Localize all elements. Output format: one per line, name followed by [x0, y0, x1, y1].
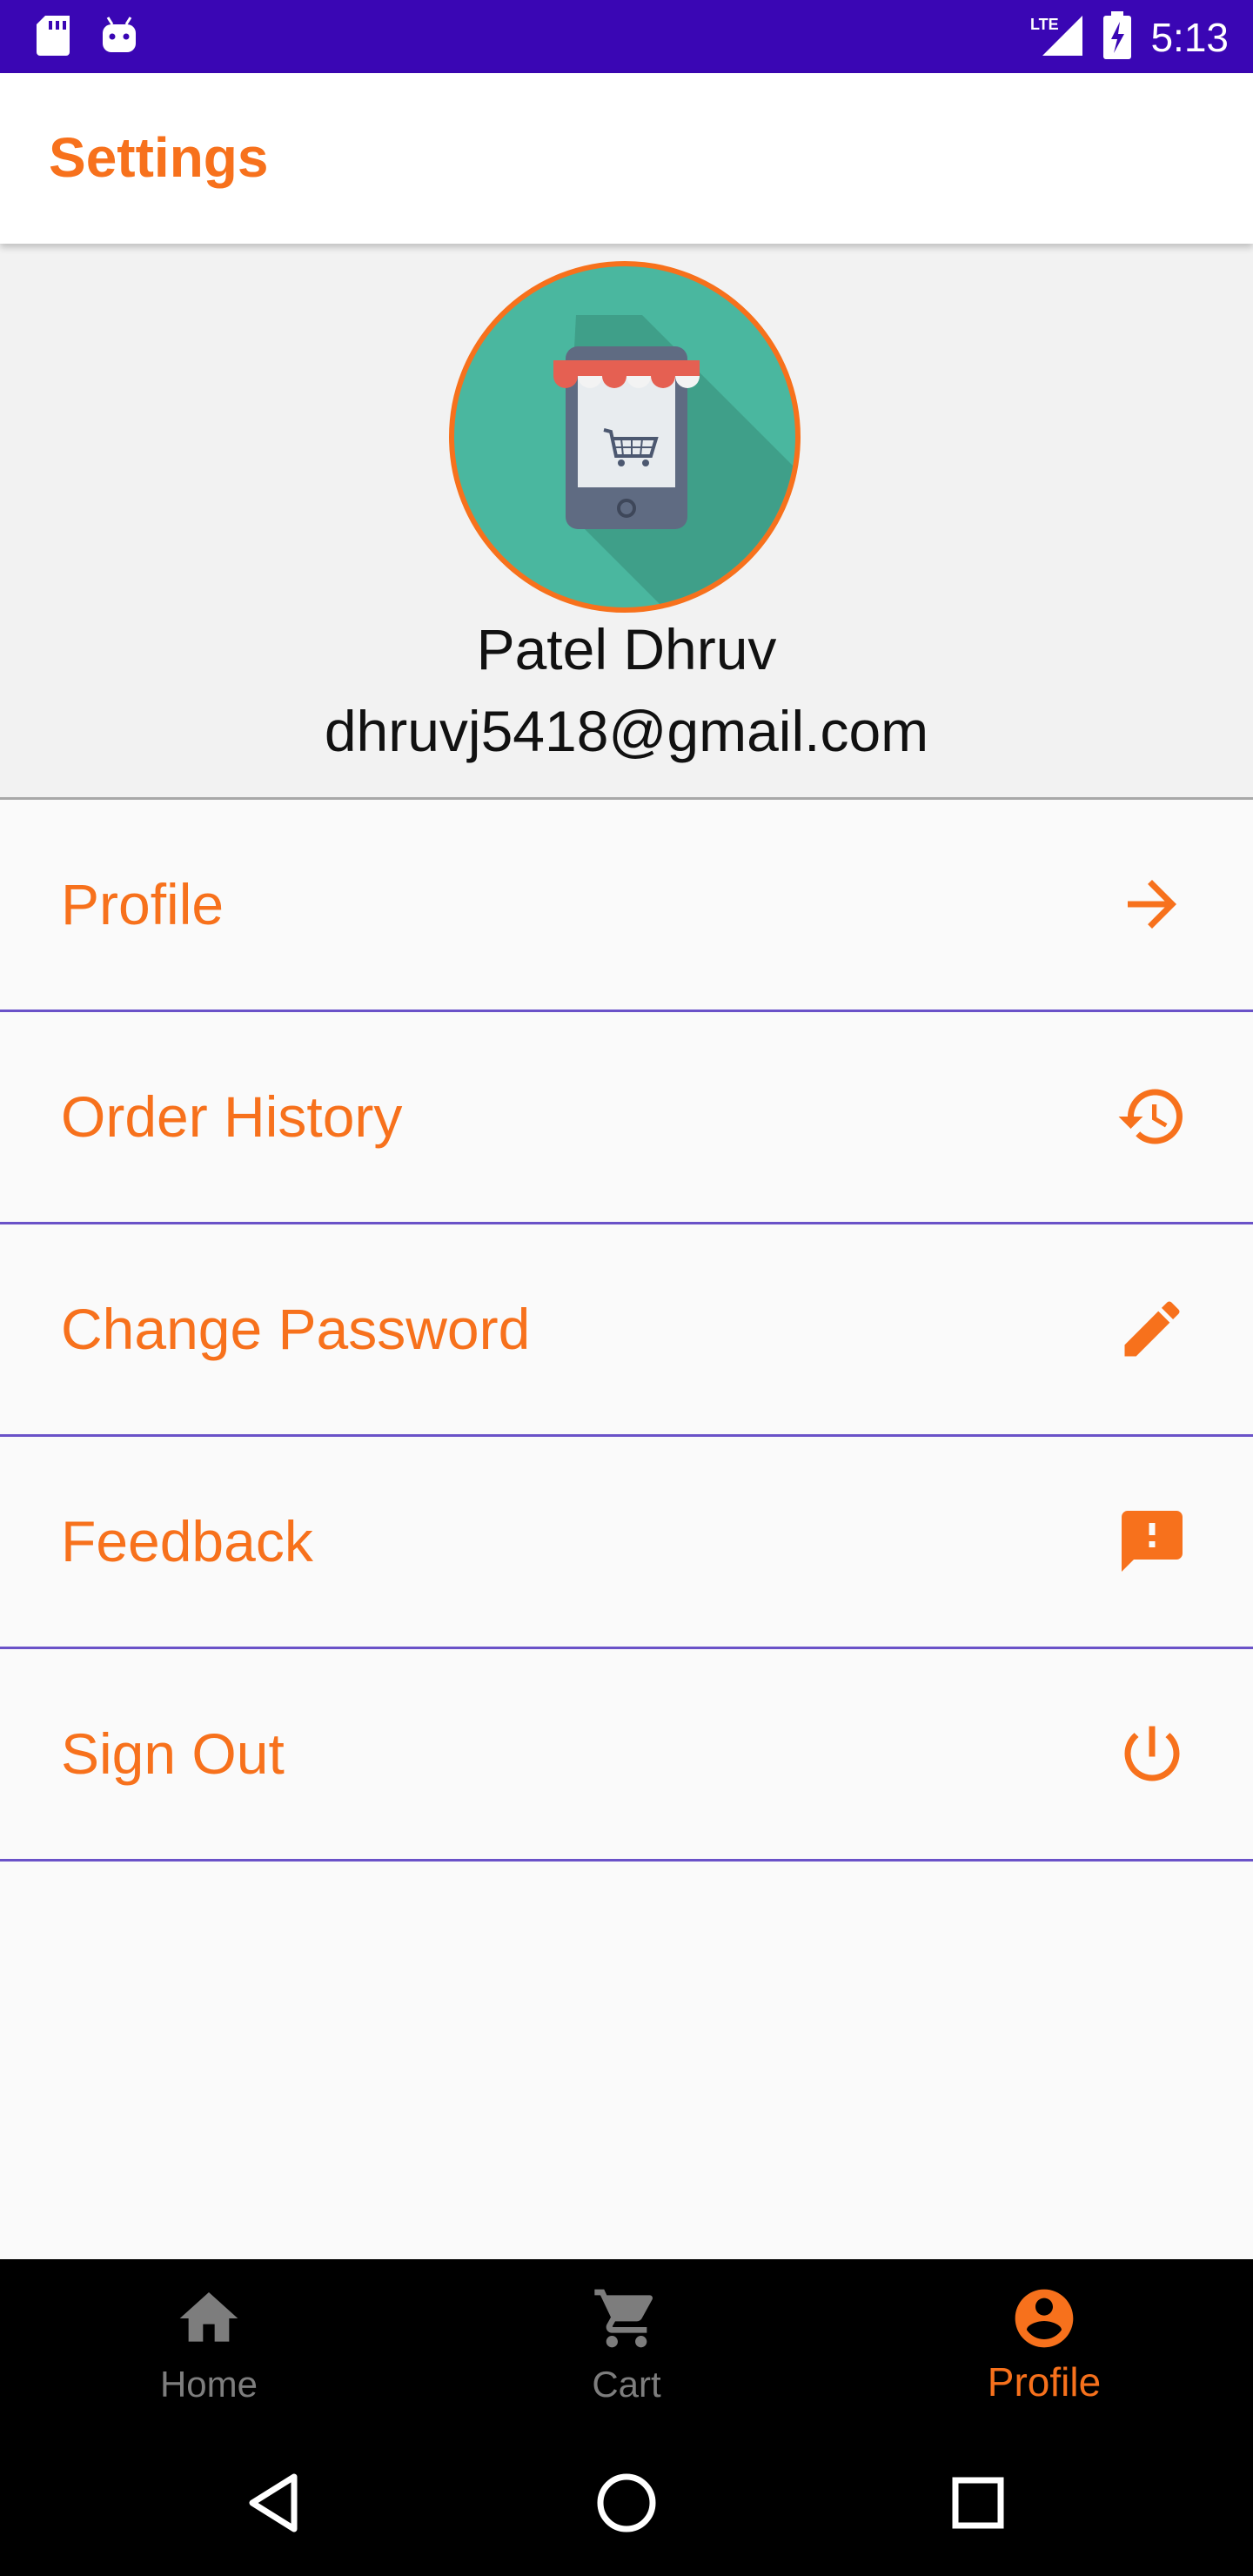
svg-text:LTE: LTE — [1030, 16, 1059, 33]
menu-item-order-history[interactable]: Order History — [0, 1012, 1253, 1224]
power-icon — [1116, 1717, 1189, 1790]
nav-item-profile[interactable]: Profile — [835, 2259, 1253, 2430]
feedback-icon — [1116, 1505, 1189, 1578]
menu-item-label: Profile — [61, 872, 224, 936]
menu-item-sign-out[interactable]: Sign Out — [0, 1649, 1253, 1862]
nav-item-cart[interactable]: Cart — [418, 2259, 835, 2430]
home-icon — [174, 2284, 244, 2353]
account-circle-icon — [1009, 2284, 1079, 2353]
menu-item-feedback[interactable]: Feedback — [0, 1437, 1253, 1649]
cart-icon — [592, 2284, 661, 2353]
status-clock: 5:13 — [1150, 15, 1229, 60]
nav-label: Profile — [987, 2359, 1102, 2405]
history-icon — [1116, 1080, 1189, 1153]
sd-card-icon — [35, 14, 73, 62]
user-email: dhruvj5418@gmail.com — [324, 699, 929, 763]
menu-item-label: Sign Out — [61, 1721, 285, 1786]
menu-item-profile[interactable]: Profile — [0, 800, 1253, 1012]
lte-signal-icon: LTE — [1029, 12, 1084, 64]
app-bar: Settings — [0, 73, 1253, 244]
pencil-icon — [1116, 1292, 1189, 1365]
status-bar-right: LTE 5:13 — [1029, 7, 1229, 68]
menu-item-label: Change Password — [61, 1297, 531, 1361]
system-nav-bar — [0, 2430, 1253, 2576]
bottom-nav: Home Cart Profile — [0, 2259, 1253, 2430]
settings-menu: Profile Order History Change Password Fe… — [0, 800, 1253, 1862]
avatar — [449, 261, 801, 613]
home-circle-icon[interactable] — [592, 2468, 661, 2538]
menu-item-label: Order History — [61, 1084, 403, 1149]
page-title: Settings — [49, 126, 269, 189]
shop-cart-phone-icon — [553, 315, 795, 607]
back-icon[interactable] — [240, 2468, 310, 2538]
nav-label: Home — [159, 2364, 258, 2405]
arrow-right-icon — [1116, 868, 1189, 941]
menu-item-change-password[interactable]: Change Password — [0, 1224, 1253, 1437]
profile-header: Patel Dhruv dhruvj5418@gmail.com — [0, 244, 1253, 799]
battery-charging-icon — [1102, 10, 1133, 64]
nav-item-home[interactable]: Home — [0, 2259, 418, 2430]
status-bar-left — [35, 14, 139, 62]
recents-icon[interactable] — [943, 2468, 1013, 2538]
user-name: Patel Dhruv — [476, 617, 777, 681]
nav-label: Cart — [592, 2364, 661, 2405]
status-bar: LTE 5:13 — [0, 0, 1253, 73]
android-icon — [99, 14, 139, 62]
menu-item-label: Feedback — [61, 1509, 313, 1573]
